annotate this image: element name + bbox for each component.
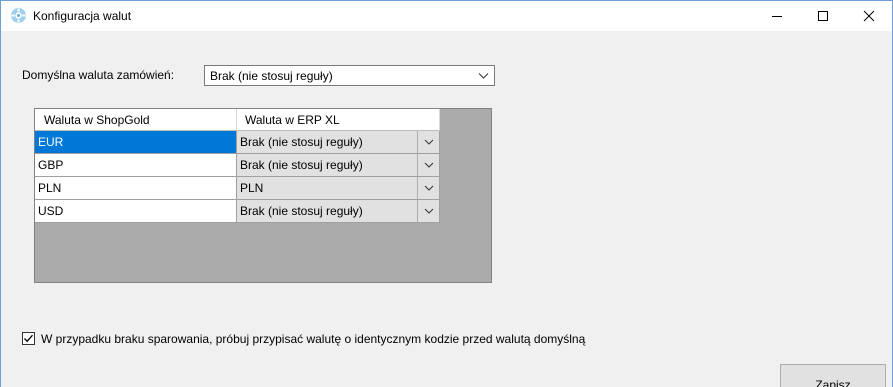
default-currency-select[interactable]: Brak (nie stosuj reguły) — [204, 65, 495, 86]
maximize-button[interactable] — [800, 1, 846, 31]
minimize-button[interactable] — [754, 1, 800, 31]
chevron-down-icon — [424, 139, 433, 145]
app-gear-icon — [11, 8, 26, 23]
fallback-checkbox[interactable] — [22, 332, 35, 345]
erp-currency-select[interactable]: Brak (nie stosuj reguły) — [237, 154, 440, 177]
erp-currency-value: Brak (nie stosuj reguły) — [240, 135, 363, 149]
default-currency-value: Brak (nie stosuj reguły) — [210, 69, 333, 83]
shop-currency-cell[interactable]: GBP — [35, 154, 237, 177]
fallback-checkbox-label[interactable]: W przypadku braku sparowania, próbuj prz… — [41, 332, 585, 346]
column-header-erp[interactable]: Waluta w ERP XL — [237, 109, 440, 131]
chevron-down-icon — [424, 185, 433, 191]
dropdown-button[interactable] — [417, 131, 439, 153]
minimize-icon — [772, 16, 782, 17]
window-title: Konfiguracja walut — [33, 9, 132, 23]
default-currency-label: Domyślna waluta zamówień: — [22, 68, 175, 82]
shop-currency-cell[interactable]: USD — [35, 200, 237, 223]
table-row[interactable]: GBP Brak (nie stosuj reguły) — [35, 154, 440, 177]
checkmark-icon — [24, 334, 33, 343]
table-row[interactable]: USD Brak (nie stosuj reguły) — [35, 200, 440, 223]
dropdown-button[interactable] — [417, 177, 439, 199]
currency-mapping-grid[interactable]: Waluta w ShopGold Waluta w ERP XL EUR Br… — [34, 108, 492, 283]
shop-currency-cell[interactable]: PLN — [35, 177, 237, 200]
dropdown-button[interactable] — [417, 154, 439, 176]
table-row[interactable]: PLN PLN — [35, 177, 440, 200]
dropdown-button[interactable] — [417, 200, 439, 222]
erp-currency-value: PLN — [240, 181, 264, 195]
table-row[interactable]: EUR Brak (nie stosuj reguły) — [35, 131, 440, 154]
erp-currency-value: Brak (nie stosuj reguły) — [240, 204, 363, 218]
currency-config-window: Konfiguracja walut Domyślna waluta zamów… — [0, 0, 893, 387]
close-icon — [863, 10, 875, 22]
erp-currency-select[interactable]: PLN — [237, 177, 440, 200]
maximize-icon — [818, 11, 828, 21]
erp-currency-value: Brak (nie stosuj reguły) — [240, 158, 363, 172]
erp-currency-select[interactable]: Brak (nie stosuj reguły) — [237, 131, 440, 154]
shop-currency-cell[interactable]: EUR — [35, 131, 237, 154]
chevron-down-icon — [424, 162, 433, 168]
title-bar[interactable]: Konfiguracja walut — [1, 1, 892, 31]
close-button[interactable] — [846, 1, 892, 31]
chevron-down-icon — [424, 208, 433, 214]
save-button[interactable]: Zapisz — [780, 364, 886, 387]
column-header-shopgold[interactable]: Waluta w ShopGold — [35, 109, 237, 131]
form-area: Domyślna waluta zamówień: Brak (nie stos… — [1, 31, 892, 387]
erp-currency-select[interactable]: Brak (nie stosuj reguły) — [237, 200, 440, 223]
chevron-down-icon — [478, 73, 489, 79]
